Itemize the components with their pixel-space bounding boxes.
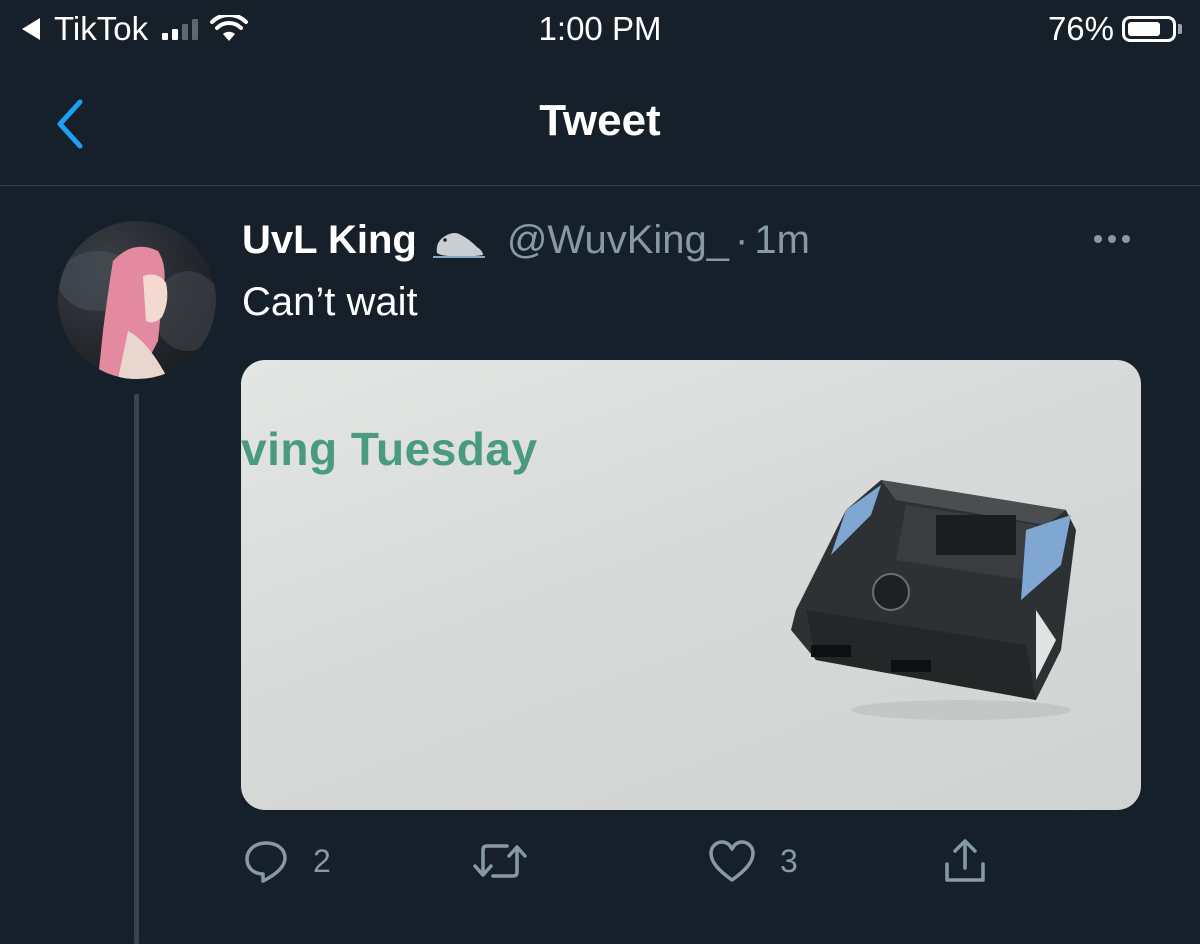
avatar[interactable] xyxy=(58,221,216,379)
share-button[interactable] xyxy=(942,838,988,884)
battery-status: 76% xyxy=(1048,10,1182,48)
battery-icon xyxy=(1122,16,1176,42)
battery-percent: 76% xyxy=(1047,10,1114,47)
more-dot-icon xyxy=(1108,235,1116,243)
like-button[interactable]: 3 xyxy=(708,838,798,884)
seal-emoji-icon xyxy=(431,223,487,259)
display-name[interactable]: UvL King xyxy=(242,218,417,263)
more-dot-icon xyxy=(1094,235,1102,243)
tweet-text: Can’t wait xyxy=(242,280,418,324)
page-title: Tweet xyxy=(539,96,661,145)
more-dot-icon xyxy=(1122,235,1130,243)
reply-count: 2 xyxy=(313,842,331,879)
tweet-actions: 2 3 xyxy=(0,830,1200,894)
reply-button[interactable]: 2 xyxy=(243,838,331,884)
tweet-media-image[interactable]: ving Tuesday xyxy=(241,360,1141,810)
like-count: 3 xyxy=(780,842,798,879)
battery-fill xyxy=(1128,22,1160,36)
avatar-image xyxy=(58,246,216,379)
tweet-header: UvL King @WuvKing_ · 1m xyxy=(242,218,810,263)
heart-icon xyxy=(709,840,755,882)
status-bar: TikTok 1:00 PM 76% xyxy=(0,0,1200,64)
tweet-time: 1m xyxy=(754,218,810,262)
more-options-button[interactable] xyxy=(1094,235,1130,243)
device-image-icon xyxy=(791,480,1076,720)
reply-icon xyxy=(245,841,287,883)
separator-dot: · xyxy=(735,218,749,262)
retweet-icon xyxy=(473,844,527,878)
media-visible-text: ving Tuesday xyxy=(241,423,538,475)
battery-cap xyxy=(1178,24,1182,34)
retweet-button[interactable] xyxy=(473,838,551,884)
nav-bar: Tweet xyxy=(0,64,1200,186)
status-time: 1:00 PM xyxy=(538,10,662,47)
user-handle[interactable]: @WuvKing_ xyxy=(507,218,729,263)
share-icon xyxy=(945,839,985,882)
